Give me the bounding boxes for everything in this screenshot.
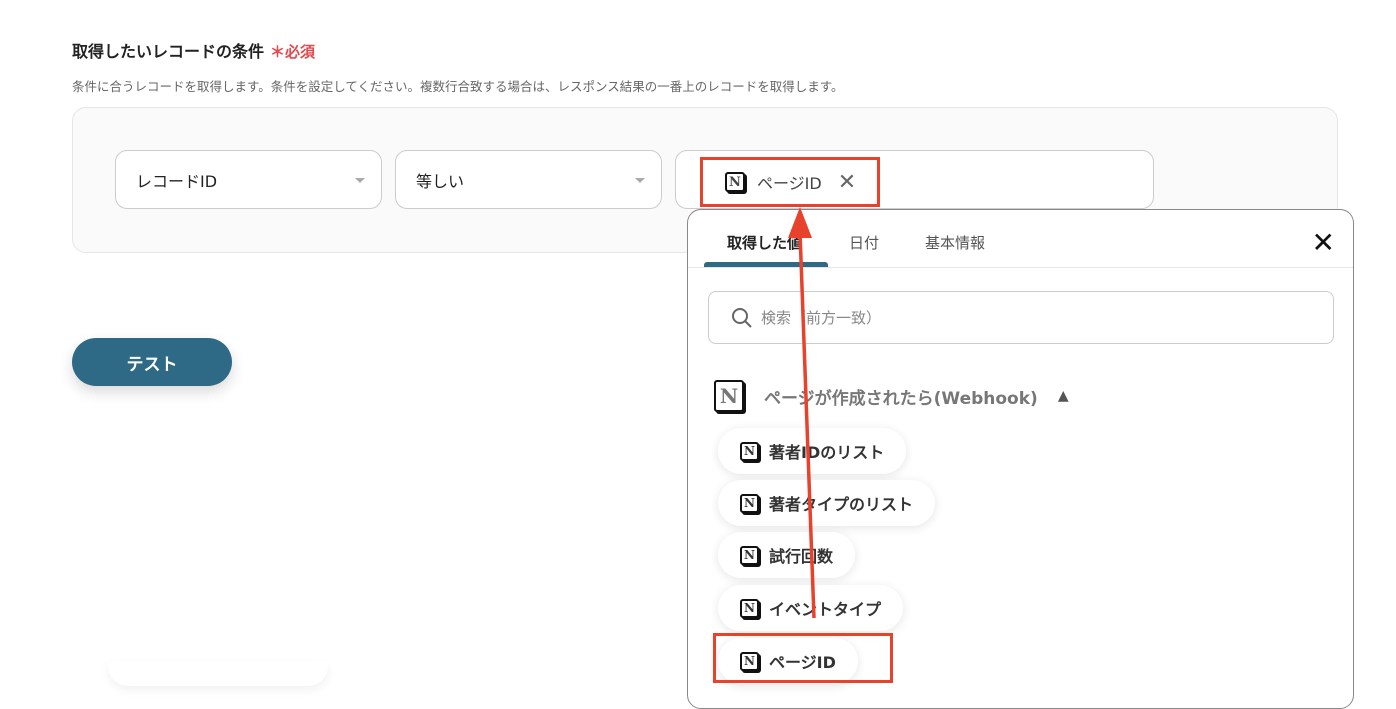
caret-down-icon bbox=[635, 178, 645, 183]
notion-icon: N bbox=[725, 172, 745, 192]
item-label: 著者タイプのリスト bbox=[769, 495, 914, 514]
search-placeholder: 検索（前方一致） bbox=[761, 309, 882, 327]
notion-icon: N bbox=[714, 380, 744, 412]
search-input[interactable]: 検索（前方一致） bbox=[708, 291, 1334, 344]
notion-icon: N bbox=[740, 598, 759, 618]
notion-icon: N bbox=[740, 493, 759, 513]
hidden-element bbox=[108, 662, 328, 686]
required-badge: ＊必須 bbox=[270, 43, 316, 61]
item-label: 試行回数 bbox=[769, 547, 834, 566]
field-select[interactable]: レコードID bbox=[115, 150, 382, 209]
close-icon[interactable]: ✕ bbox=[1312, 226, 1335, 259]
field-value: レコードID bbox=[136, 171, 218, 191]
operator-select[interactable]: 等しい bbox=[395, 150, 662, 209]
chip-label: ページID bbox=[757, 174, 822, 193]
item-label: 著者IDのリスト bbox=[769, 443, 885, 462]
list-item[interactable]: N 著者タイプのリスト bbox=[718, 480, 936, 526]
group-header[interactable]: N ページが作成されたら(Webhook) ▲ bbox=[714, 380, 1069, 412]
search-icon bbox=[732, 307, 752, 328]
chevron-up-icon[interactable]: ▲ bbox=[1058, 388, 1069, 404]
caret-down-icon bbox=[355, 178, 365, 183]
tab-fetched-values[interactable]: 取得した値 bbox=[727, 232, 802, 253]
group-label: ページが作成されたら(Webhook) bbox=[764, 388, 1038, 409]
value-chip[interactable]: N ページID ✕ bbox=[700, 157, 880, 207]
operator-value: 等しい bbox=[416, 171, 465, 191]
tab-bar: 取得した値 日付 基本情報 ✕ bbox=[688, 210, 1353, 268]
item-label: イベントタイプ bbox=[769, 600, 882, 619]
active-tab-indicator bbox=[704, 262, 828, 267]
close-icon[interactable]: ✕ bbox=[838, 170, 856, 195]
section-description: 条件に合うレコードを取得します。条件を設定してください。複数行合致する場合は、レ… bbox=[72, 79, 844, 94]
test-button[interactable]: テスト bbox=[72, 338, 232, 386]
tab-date[interactable]: 日付 bbox=[849, 232, 879, 253]
list-item[interactable]: N 試行回数 bbox=[718, 532, 856, 578]
notion-icon: N bbox=[740, 441, 759, 461]
list-item[interactable]: N イベントタイプ bbox=[718, 585, 904, 631]
list-item[interactable]: N 著者IDのリスト bbox=[718, 428, 907, 474]
notion-icon: N bbox=[740, 545, 759, 565]
section-title: 取得したいレコードの条件 ＊必須 bbox=[72, 42, 316, 61]
tab-basic-info[interactable]: 基本情報 bbox=[925, 232, 985, 253]
highlight-box bbox=[713, 633, 893, 683]
